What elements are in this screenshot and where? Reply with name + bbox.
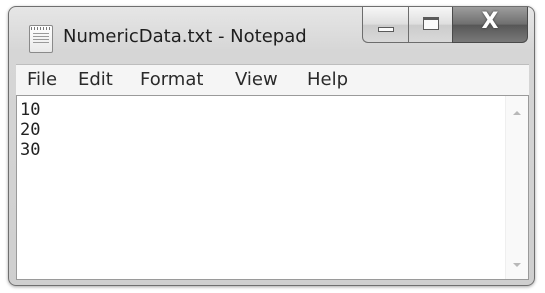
title-bar[interactable]: NumericData.txt - Notepad X [9, 7, 534, 61]
menu-edit[interactable]: Edit [78, 69, 113, 90]
caption-buttons: X [362, 7, 528, 43]
close-icon: X [481, 9, 499, 34]
text-editor[interactable]: 10 20 30 [16, 95, 529, 280]
window-title: NumericData.txt - Notepad [63, 26, 307, 47]
minimize-button[interactable] [362, 7, 408, 43]
menu-help[interactable]: Help [307, 69, 348, 90]
scroll-up-arrow-icon[interactable] [513, 111, 521, 115]
close-button[interactable]: X [452, 7, 528, 43]
maximize-button[interactable] [408, 7, 452, 43]
menu-view[interactable]: View [235, 69, 278, 90]
maximize-icon [423, 17, 439, 30]
notepad-window: NumericData.txt - Notepad X File Edit Fo… [8, 6, 535, 286]
scroll-down-arrow-icon[interactable] [513, 263, 521, 267]
minimize-icon [378, 27, 394, 32]
menu-bar: File Edit Format View Help [16, 64, 529, 95]
vertical-scrollbar[interactable] [505, 96, 528, 279]
editor-text[interactable]: 10 20 30 [20, 100, 40, 160]
notepad-icon[interactable] [29, 25, 53, 53]
menu-file[interactable]: File [27, 69, 57, 90]
menu-format[interactable]: Format [140, 69, 203, 90]
